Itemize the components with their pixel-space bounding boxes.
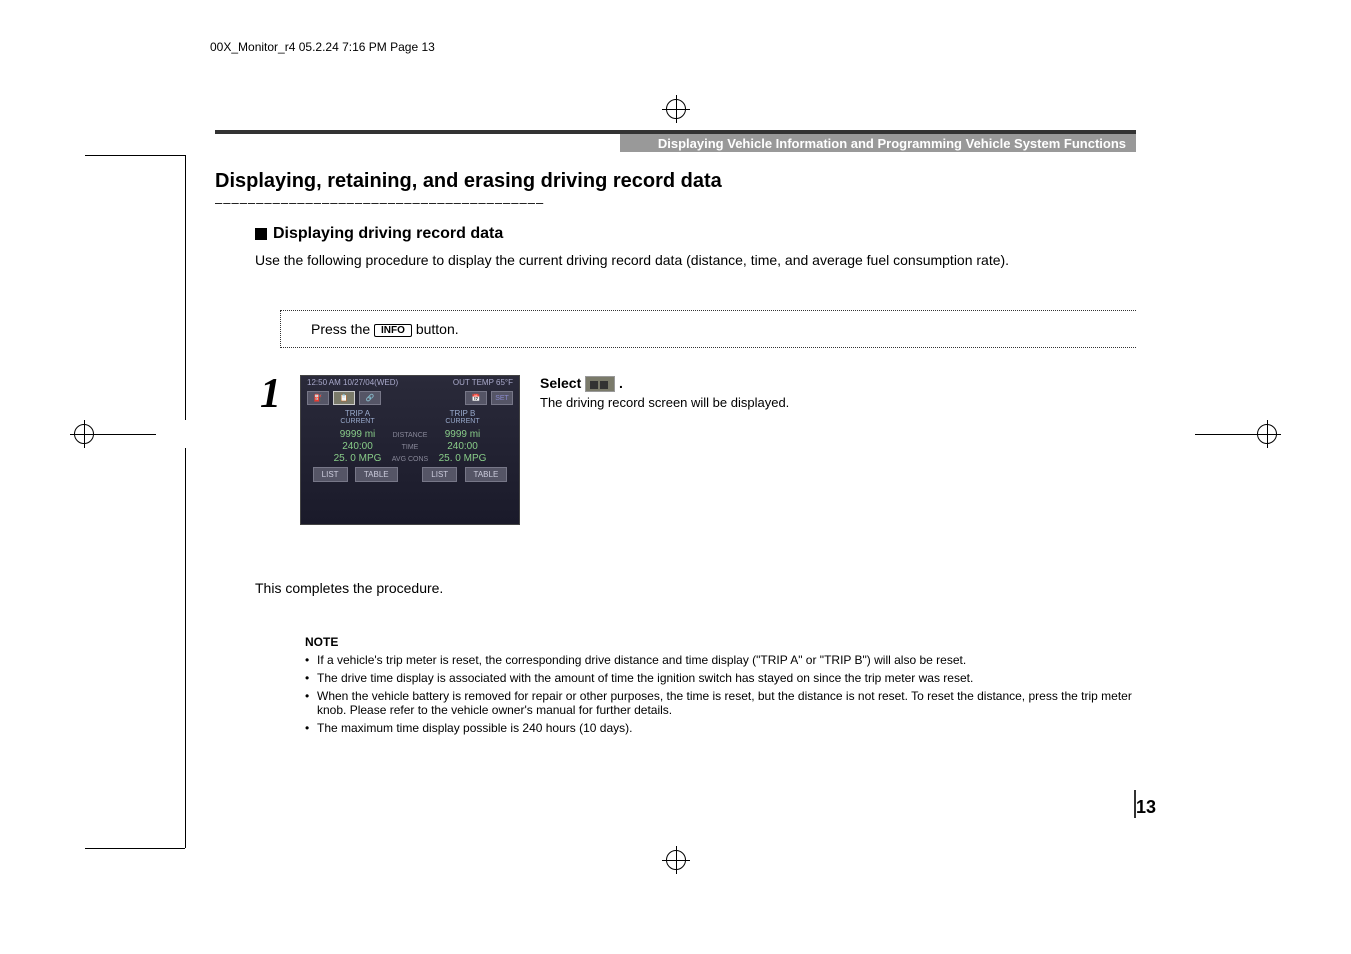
info-button-icon: INFO <box>374 324 412 337</box>
crop-guide <box>98 434 156 435</box>
header-file-info: 00X_Monitor_r4 05.2.24 7:16 PM Page 13 <box>210 40 435 54</box>
press-instruction-box: Press the INFO button. <box>280 310 1136 348</box>
list-button-b: LIST <box>422 467 457 482</box>
trip-a-title: TRIP A <box>310 409 405 418</box>
crop-guide <box>85 848 185 849</box>
table-button-a: TABLE <box>355 467 398 482</box>
set-button: SET <box>491 391 513 405</box>
trip-b-time: 240:00 <box>415 441 510 452</box>
step-number-1: 1 <box>260 370 281 418</box>
crop-guide <box>85 155 185 156</box>
trip-icon: 🔗 <box>359 391 381 405</box>
page-number: 13 <box>1136 797 1156 818</box>
press-pre: Press the <box>311 321 374 337</box>
square-bullet-icon <box>255 228 267 240</box>
note-section: NOTE If a vehicle's trip meter is reset,… <box>305 635 1136 739</box>
trip-b-current: CURRENT <box>415 418 510 425</box>
select-subtext: The driving record screen will be displa… <box>540 395 789 410</box>
select-word: Select <box>540 375 585 391</box>
note-item: The maximum time display possible is 240… <box>305 721 1136 735</box>
crop-guide <box>185 448 186 848</box>
section-title: Displaying Vehicle Information and Progr… <box>658 136 1126 151</box>
screen-time: 12:50 AM 10/27/04(WED) <box>307 378 398 387</box>
heading-underline-dashes: –––––––––––––––––––––––––––––––––––––––– <box>215 195 544 210</box>
procedure-complete-text: This completes the procedure. <box>255 580 443 596</box>
crop-mark-top <box>662 95 690 123</box>
screen-out-temp: OUT TEMP 65°F <box>453 378 513 387</box>
section-header-bar: Displaying Vehicle Information and Progr… <box>620 130 1136 152</box>
section-header-line <box>215 130 620 134</box>
trip-b-cons: 25. 0 MPG <box>415 453 510 464</box>
select-instruction: Select . <box>540 375 623 392</box>
crop-mark-left <box>70 420 98 448</box>
crop-mark-right <box>1253 420 1281 448</box>
trip-a-time: 240:00 <box>310 441 405 452</box>
vehicle-display-screenshot: 12:50 AM 10/27/04(WED) OUT TEMP 65°F ⛽ 📋… <box>300 375 520 525</box>
calendar-icon: 📅 <box>465 391 487 405</box>
select-period: . <box>619 375 623 391</box>
trip-a-current: CURRENT <box>310 418 405 425</box>
main-heading: Displaying, retaining, and erasing drivi… <box>215 170 722 193</box>
note-title: NOTE <box>305 635 1136 649</box>
crop-guide <box>185 155 186 420</box>
subheading-text: Displaying driving record data <box>273 225 503 242</box>
trip-b-title: TRIP B <box>415 409 510 418</box>
intro-paragraph: Use the following procedure to display t… <box>255 250 1136 271</box>
note-item: When the vehicle battery is removed for … <box>305 689 1136 717</box>
driving-record-select-icon <box>585 376 615 392</box>
list-button-a: LIST <box>313 467 348 482</box>
trip-b-distance: 9999 mi <box>415 429 510 440</box>
subheading-displaying: Displaying driving record data <box>255 225 503 243</box>
fuel-icon: ⛽ <box>307 391 329 405</box>
crop-mark-bottom <box>662 846 690 874</box>
note-item: If a vehicle's trip meter is reset, the … <box>305 653 1136 667</box>
trip-a-distance: 9999 mi <box>310 429 405 440</box>
note-item: The drive time display is associated wit… <box>305 671 1136 685</box>
press-post: button. <box>416 321 459 337</box>
note-list: If a vehicle's trip meter is reset, the … <box>305 653 1136 735</box>
table-button-b: TABLE <box>465 467 508 482</box>
trip-a-cons: 25. 0 MPG <box>310 453 405 464</box>
crop-guide <box>1195 434 1253 435</box>
driving-record-icon: 📋 <box>333 391 355 405</box>
